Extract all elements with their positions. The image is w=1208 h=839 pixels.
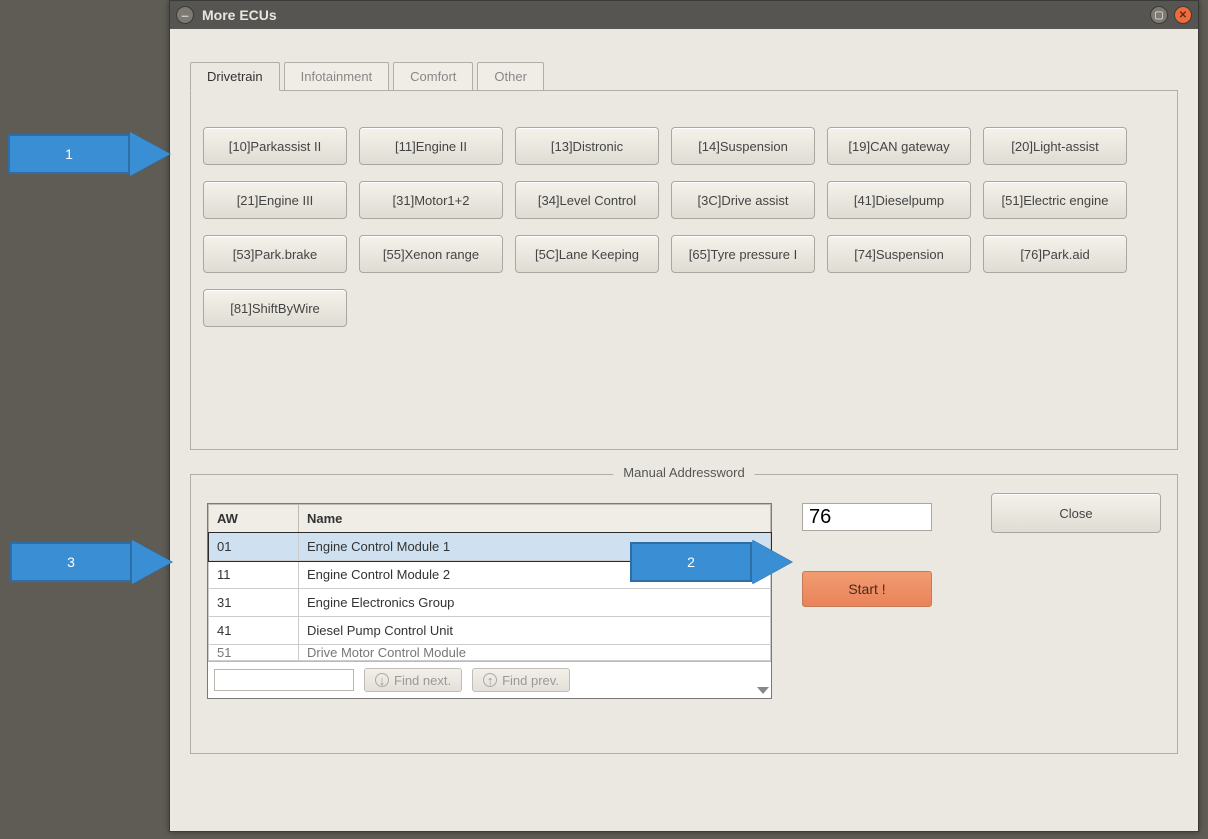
maximize-icon[interactable]: ▢ [1150, 6, 1168, 24]
table-row[interactable]: 51Drive Motor Control Module [209, 645, 771, 661]
ecu-button[interactable]: [81]ShiftByWire [203, 289, 347, 327]
tabstrip: Drivetrain Infotainment Comfort Other [190, 61, 1178, 90]
find-next-button[interactable]: ↓ Find next. [364, 668, 462, 692]
ecu-button[interactable]: [20]Light-assist [983, 127, 1127, 165]
ecu-button[interactable]: [65]Tyre pressure I [671, 235, 815, 273]
callout-arrow-1: 1 [8, 132, 170, 176]
ecu-button[interactable]: [14]Suspension [671, 127, 815, 165]
close-button[interactable]: Close [991, 493, 1161, 533]
window-title: More ECUs [202, 7, 277, 23]
ecu-button[interactable]: [74]Suspension [827, 235, 971, 273]
ecu-button[interactable]: [34]Level Control [515, 181, 659, 219]
titlebar[interactable]: – More ECUs ▢ ✕ [170, 1, 1198, 29]
tab-comfort[interactable]: Comfort [393, 62, 473, 90]
table-search-input[interactable] [214, 669, 354, 691]
tab-other[interactable]: Other [477, 62, 544, 90]
ecu-button[interactable]: [53]Park.brake [203, 235, 347, 273]
manual-addressword-group: Manual Addressword AW Name 01Engine Co [190, 474, 1178, 754]
ecu-button[interactable]: [13]Distronic [515, 127, 659, 165]
ecu-button[interactable]: [55]Xenon range [359, 235, 503, 273]
col-header-aw[interactable]: AW [209, 505, 299, 533]
table-row[interactable]: 31Engine Electronics Group [209, 589, 771, 617]
ecu-button[interactable]: [11]Engine II [359, 127, 503, 165]
start-button[interactable]: Start ! [802, 571, 932, 607]
table-row[interactable]: 01Engine Control Module 1 [209, 533, 771, 561]
ecu-button[interactable]: [19]CAN gateway [827, 127, 971, 165]
table-row[interactable]: 11Engine Control Module 2 [209, 561, 771, 589]
tab-drivetrain[interactable]: Drivetrain [190, 62, 280, 91]
col-header-name[interactable]: Name [299, 505, 771, 533]
ecu-button[interactable]: [41]Dieselpump [827, 181, 971, 219]
tab-panel: [10]Parkassist II [11]Engine II [13]Distro… [190, 90, 1178, 450]
ecu-button[interactable]: [51]Electric engine [983, 181, 1127, 219]
ecu-button[interactable]: [5C]Lane Keeping [515, 235, 659, 273]
group-title: Manual Addressword [613, 465, 754, 480]
address-input[interactable] [802, 503, 932, 531]
arrow-up-icon: ↑ [483, 673, 497, 687]
find-prev-button[interactable]: ↑ Find prev. [472, 668, 570, 692]
ecu-button[interactable]: [21]Engine III [203, 181, 347, 219]
app-menu-icon[interactable]: – [176, 6, 194, 24]
ecu-button[interactable]: [3C]Drive assist [671, 181, 815, 219]
ecu-button[interactable]: [31]Motor1+2 [359, 181, 503, 219]
more-ecus-window: – More ECUs ▢ ✕ Drivetrain Infotainment … [169, 0, 1199, 832]
ecu-grid: [10]Parkassist II [11]Engine II [13]Distro… [203, 127, 1165, 327]
arrow-down-icon: ↓ [375, 673, 389, 687]
callout-arrow-3: 3 [10, 540, 172, 584]
close-window-icon[interactable]: ✕ [1174, 6, 1192, 24]
table-search-toolbar: ↓ Find next. ↑ Find prev. [208, 661, 771, 698]
table-row[interactable]: 41Diesel Pump Control Unit [209, 617, 771, 645]
address-table[interactable]: AW Name 01Engine Control Module 111Engin… [207, 503, 772, 699]
scroll-down-icon[interactable] [757, 687, 769, 694]
tab-infotainment[interactable]: Infotainment [284, 62, 390, 90]
ecu-button[interactable]: [76]Park.aid [983, 235, 1127, 273]
ecu-button[interactable]: [10]Parkassist II [203, 127, 347, 165]
